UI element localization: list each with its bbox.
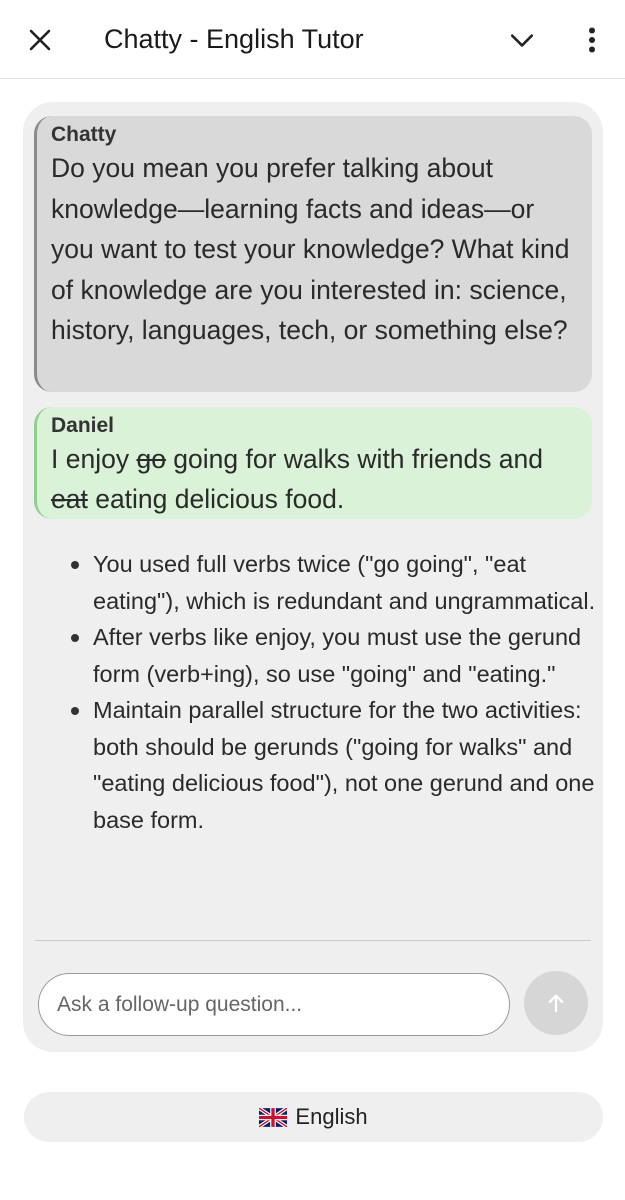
more-options-button[interactable] (570, 18, 614, 62)
feedback-list: You used full verbs twice ("go going", "… (68, 546, 598, 838)
language-label: English (295, 1104, 368, 1129)
message-fragment: I enjoy (51, 444, 137, 474)
message-text: Do you mean you prefer talking about kno… (51, 153, 570, 345)
page-title: Chatty - English Tutor (104, 24, 364, 54)
message-fragment: eating delicious food. (87, 484, 345, 514)
divider (35, 940, 591, 941)
message-sender: Chatty (51, 123, 117, 146)
message-sender: Daniel (51, 414, 115, 437)
uk-flag-icon (259, 1107, 288, 1127)
follow-up-input[interactable] (38, 973, 510, 1036)
feedback-item: Maintain parallel structure for the two … (68, 692, 598, 838)
top-app-bar: Chatty - English Tutor (0, 0, 625, 79)
struck-word: eat (51, 484, 88, 514)
user-message: Daniel I enjoy go going for walks with f… (34, 407, 592, 519)
collapse-button[interactable] (500, 18, 544, 62)
arrow-up-icon (548, 994, 564, 1013)
feedback-item: You used full verbs twice ("go going", "… (68, 546, 598, 619)
chat-card: Chatty Do you mean you prefer talking ab… (23, 102, 603, 1052)
message-text: I enjoy go going for walks with friends … (51, 439, 578, 519)
close-button[interactable] (18, 18, 62, 62)
language-selector[interactable]: English (24, 1092, 603, 1142)
more-vertical-icon (589, 27, 595, 53)
close-icon (29, 29, 51, 51)
send-button[interactable] (524, 971, 588, 1035)
message-fragment: going for walks with friends and (165, 444, 544, 474)
bot-message: Chatty Do you mean you prefer talking ab… (34, 116, 592, 392)
chevron-down-icon (510, 34, 534, 47)
feedback-item: After verbs like enjoy, you must use the… (68, 619, 598, 692)
struck-word: go (136, 444, 166, 474)
